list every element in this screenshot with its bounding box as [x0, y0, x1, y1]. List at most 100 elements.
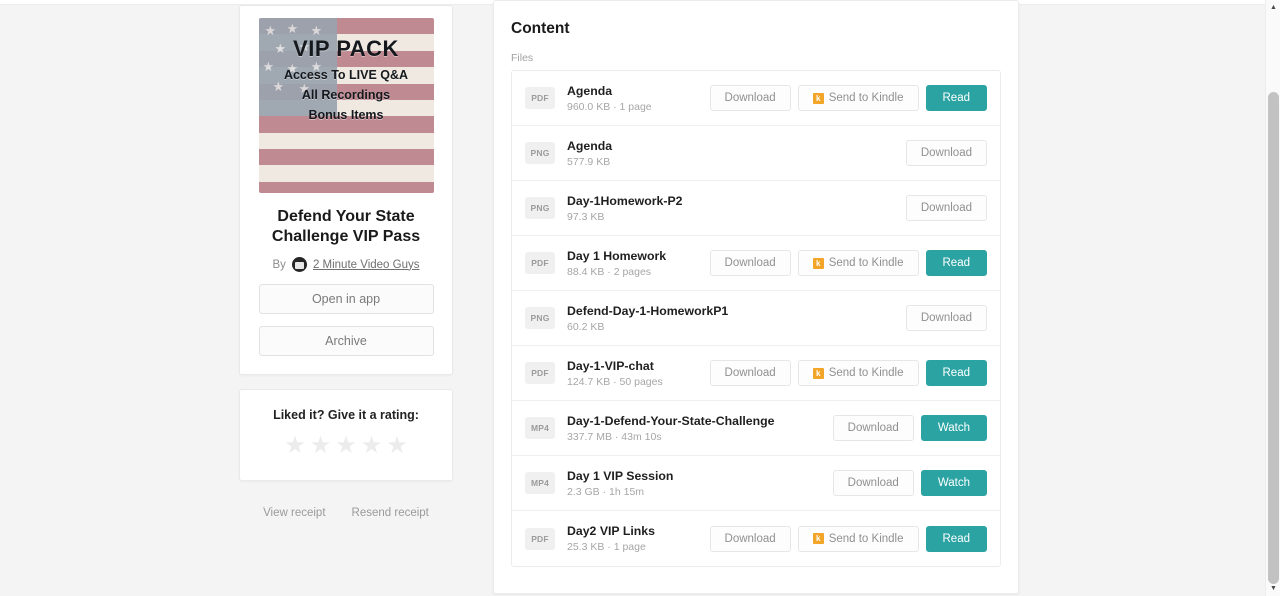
download-button[interactable]: Download — [905, 195, 987, 221]
kindle-icon: k — [812, 92, 824, 104]
watch-button[interactable]: Watch — [920, 470, 987, 496]
cover-line-1: Access To LIVE Q&A — [283, 68, 409, 82]
download-button[interactable]: Download — [709, 525, 791, 552]
rating-stars[interactable]: ★ ★ ★ ★ ★ — [250, 434, 442, 458]
page-title: Content — [511, 20, 570, 37]
sidebar: ★ ★ ★ ★ ★ ★ ★ ★ ★ ★ VIP PACK Access To L… — [239, 5, 453, 519]
file-type-badge: PDF — [525, 362, 555, 384]
file-info: Agenda 577.9 KB — [555, 139, 906, 168]
file-row: PNG Defend-Day-1-HomeworkP1 60.2 KB Downloa… — [512, 291, 1000, 346]
rating-star-2[interactable]: ★ — [310, 434, 332, 458]
product-cover-image: ★ ★ ★ ★ ★ ★ ★ ★ ★ ★ VIP PACK Access To L… — [258, 18, 434, 193]
download-button[interactable]: Download — [832, 415, 914, 441]
scroll-down-arrow-icon[interactable]: ▼ — [1266, 581, 1280, 596]
content-panel: Content Files PDF Agenda 960.0 KB · 1 page… — [493, 0, 1019, 594]
file-name: Day 1 Homework — [567, 248, 667, 263]
file-actions: Download k Send to Kindle Read — [709, 85, 987, 111]
file-list: PDF Agenda 960.0 KB · 1 page Download k Send … — [511, 70, 1001, 567]
download-button[interactable]: Download — [709, 250, 791, 276]
download-button[interactable]: Download — [709, 360, 791, 386]
file-actions: Download k Send to Kindle Read — [709, 360, 987, 386]
file-type-badge: PNG — [525, 307, 555, 329]
file-meta: 577.9 KB — [567, 155, 611, 168]
file-type-badge: PDF — [525, 252, 555, 274]
cover-title: VIP PACK — [293, 36, 399, 61]
files-section-label: Files — [511, 52, 534, 64]
download-button[interactable]: Download — [905, 140, 987, 166]
rating-star-5[interactable]: ★ — [386, 434, 408, 458]
read-button[interactable]: Read — [925, 525, 987, 552]
file-row: PDF Day-1-VIP-chat 124.7 KB · 50 pages Down… — [512, 346, 1000, 401]
rating-star-1[interactable]: ★ — [284, 434, 306, 458]
cover-line-3: Bonus Items — [308, 108, 384, 122]
content-wrapper: ★ ★ ★ ★ ★ ★ ★ ★ ★ ★ VIP PACK Access To L… — [0, 0, 1258, 596]
file-name: Day-1-VIP-chat — [567, 358, 654, 373]
read-button[interactable]: Read — [925, 85, 987, 111]
file-info: Day-1-VIP-chat 124.7 KB · 50 pages — [555, 359, 710, 388]
file-row: PNG Day-1Homework-P2 97.3 KB Download — [512, 181, 1000, 236]
file-meta: 337.7 MB · 43m 10s — [567, 430, 662, 443]
file-type-badge: PDF — [525, 527, 555, 550]
stripe — [258, 132, 434, 149]
file-name: Day2 VIP Links — [567, 524, 655, 538]
send-to-kindle-button[interactable]: k Send to Kindle — [797, 525, 919, 552]
file-actions: Download Watch — [832, 470, 987, 496]
kindle-icon: k — [812, 257, 824, 269]
download-button[interactable]: Download — [709, 85, 791, 111]
file-info: Day 1 VIP Session 2.3 GB · 1h 15m — [555, 469, 833, 498]
stripe — [258, 148, 434, 166]
file-actions: Download — [905, 140, 987, 166]
author-link[interactable]: 2 Minute Video Guys — [313, 259, 420, 271]
download-button[interactable]: Download — [832, 470, 914, 496]
send-to-kindle-button[interactable]: k Send to Kindle — [797, 250, 919, 276]
send-to-kindle-button[interactable]: k Send to Kindle — [797, 85, 919, 111]
file-meta: 124.7 KB · 50 pages — [567, 375, 663, 388]
watch-button[interactable]: Watch — [920, 415, 987, 441]
file-meta: 2.3 GB · 1h 15m — [567, 485, 645, 498]
rating-star-4[interactable]: ★ — [361, 434, 383, 458]
download-button[interactable]: Download — [905, 305, 987, 331]
two-column-layout: ★ ★ ★ ★ ★ ★ ★ ★ ★ ★ VIP PACK Access To L… — [239, 0, 1019, 594]
file-row: PDF Day2 VIP Links 25.3 KB · 1 page Downloa… — [512, 511, 1000, 566]
file-info: Day-1-Defend-Your-State-Challenge 337.7 M… — [555, 414, 833, 443]
cover-text-block: VIP PACK Access To LIVE Q&A All Recordin… — [259, 36, 434, 122]
scrollbar-thumb[interactable] — [1268, 92, 1279, 584]
file-meta: 60.2 KB — [567, 320, 605, 333]
receipt-actions: View receipt Resend receipt — [239, 507, 453, 519]
file-meta: 25.3 KB · 1 page — [567, 541, 646, 553]
file-type-badge: PNG — [525, 142, 555, 164]
product-card: ★ ★ ★ ★ ★ ★ ★ ★ ★ ★ VIP PACK Access To L… — [239, 5, 453, 375]
byline: By 2 Minute Video Guys — [252, 257, 440, 272]
rating-star-3[interactable]: ★ — [335, 434, 357, 458]
open-in-app-button[interactable]: Open in app — [258, 284, 434, 314]
file-row: PDF Day 1 Homework 88.4 KB · 2 pages Downlo… — [512, 236, 1000, 291]
view-receipt-link[interactable]: View receipt — [263, 507, 325, 519]
author-avatar — [291, 257, 307, 272]
file-row: PDF Agenda 960.0 KB · 1 page Download k Send … — [512, 71, 1000, 126]
by-label: By — [272, 258, 286, 271]
file-actions: Download — [905, 305, 987, 331]
file-type-badge: PDF — [525, 87, 555, 109]
rating-prompt: Liked it? Give it a rating: — [273, 408, 419, 422]
file-actions: Download — [905, 195, 987, 221]
scroll-up-arrow-icon[interactable]: ▲ — [1266, 0, 1280, 15]
send-to-kindle-label: Send to Kindle — [828, 532, 904, 545]
read-button[interactable]: Read — [925, 250, 987, 276]
file-actions: Download k Send to Kindle Read — [709, 525, 987, 552]
file-type-badge: MP4 — [525, 417, 555, 439]
read-button[interactable]: Read — [925, 360, 987, 386]
file-name: Day 1 VIP Session — [567, 468, 674, 483]
file-name: Agenda — [567, 83, 613, 98]
kindle-icon: k — [812, 367, 824, 379]
stripe — [258, 165, 434, 182]
file-info: Agenda 960.0 KB · 1 page — [555, 84, 710, 113]
send-to-kindle-button[interactable]: k Send to Kindle — [797, 360, 919, 386]
file-name: Day-1Homework-P2 — [567, 193, 683, 208]
archive-button[interactable]: Archive — [258, 326, 434, 356]
page-scrollbar[interactable]: ▲ ▼ — [1265, 0, 1280, 596]
file-row: PNG Agenda 577.9 KB Download — [512, 126, 1000, 181]
resend-receipt-link[interactable]: Resend receipt — [352, 507, 429, 519]
file-meta: 97.3 KB — [567, 210, 605, 223]
send-to-kindle-label: Send to Kindle — [828, 257, 904, 269]
file-info: Day2 VIP Links 25.3 KB · 1 page — [555, 524, 710, 553]
